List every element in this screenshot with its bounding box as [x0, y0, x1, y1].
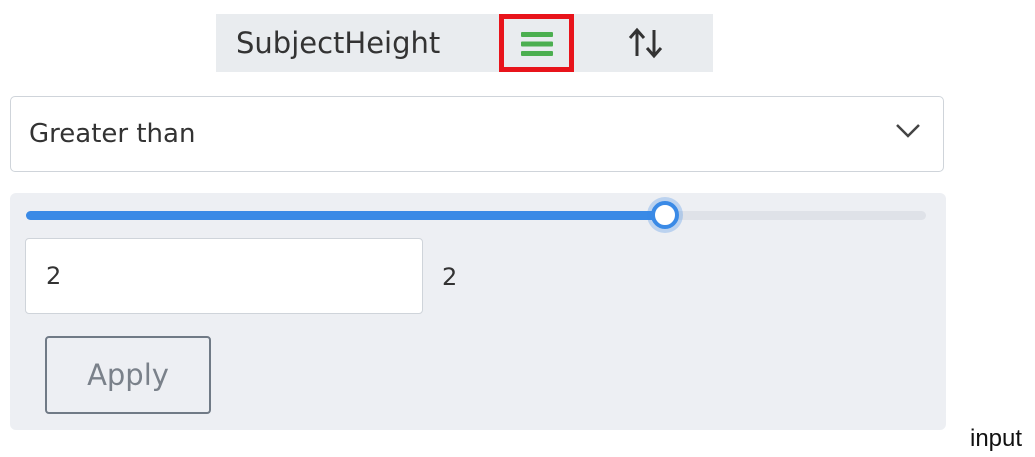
condition-select-value: Greater than [29, 119, 196, 149]
filter-popup: SubjectHeight Greater than 2 2 Apply inp… [0, 0, 1035, 457]
column-title: SubjectHeight [236, 26, 441, 60]
sort-arrows-icon [628, 27, 663, 59]
range-panel: 2 Apply [10, 193, 946, 419]
column-header: SubjectHeight [216, 14, 713, 72]
filter-lines-icon [521, 32, 553, 56]
value-input[interactable] [25, 238, 423, 314]
filter-button[interactable] [499, 14, 574, 72]
value-slider[interactable] [26, 201, 926, 229]
chevron-down-icon [896, 124, 920, 138]
panel-bottom-strip [10, 414, 946, 430]
caption-text: input [970, 425, 1023, 452]
sort-button[interactable] [624, 22, 668, 64]
apply-button[interactable]: Apply [45, 336, 211, 414]
slider-fill [26, 211, 665, 220]
condition-select[interactable]: Greater than [10, 96, 944, 172]
slider-thumb[interactable] [651, 201, 679, 229]
value-readout: 2 [442, 263, 458, 291]
